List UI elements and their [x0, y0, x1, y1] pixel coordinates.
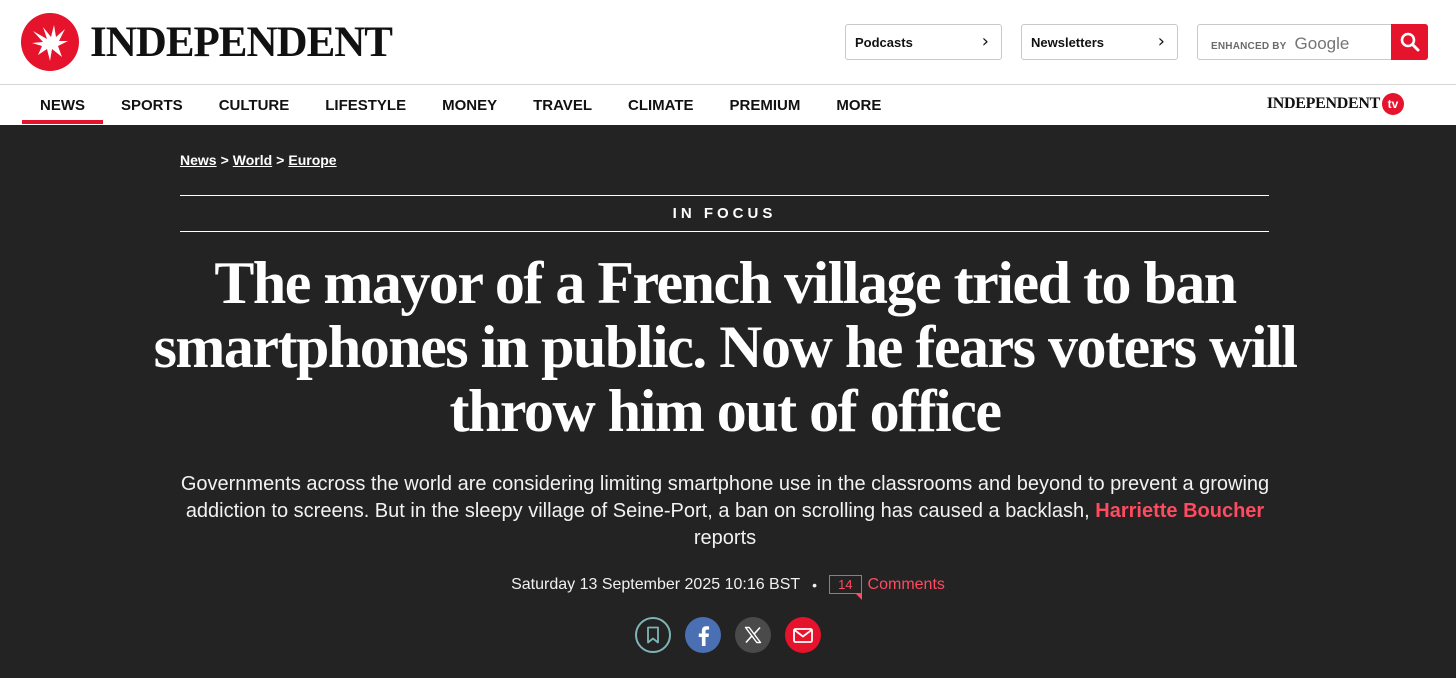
author-link[interactable]: Harriette Boucher: [1095, 500, 1264, 522]
breadcrumb-news[interactable]: News: [180, 152, 217, 168]
standfirst-suffix: reports: [693, 527, 757, 549]
comments-link[interactable]: Comments: [868, 576, 945, 594]
nav-item-travel[interactable]: TRAVEL: [515, 85, 610, 125]
chevron-right-icon: ›: [1157, 31, 1165, 52]
logo-wordmark: INDEPENDENT: [90, 18, 393, 66]
nav-item-money[interactable]: MONEY: [424, 85, 515, 125]
publish-date: Saturday 13 September 2025 10:16 BST: [511, 575, 801, 593]
site-logo[interactable]: INDEPENDENT: [21, 12, 393, 72]
nav-item-more[interactable]: MORE: [818, 85, 899, 125]
email-share-button[interactable]: [785, 617, 821, 653]
breadcrumb-separator: >: [220, 152, 229, 168]
divider-bottom: [180, 231, 1269, 232]
newsletters-button[interactable]: Newsletters ›: [1021, 24, 1178, 60]
podcasts-button[interactable]: Podcasts ›: [845, 24, 1002, 60]
article-standfirst: Governments across the world are conside…: [178, 471, 1272, 552]
facebook-share-button[interactable]: [685, 617, 721, 653]
eagle-logo-icon: [21, 13, 79, 71]
facebook-icon: [698, 626, 710, 646]
independent-tv-wordmark: INDEPENDENT: [1266, 95, 1380, 112]
breadcrumb-world[interactable]: World: [233, 152, 272, 168]
chevron-right-icon: ›: [981, 31, 989, 52]
nav-item-news[interactable]: NEWS: [22, 85, 103, 125]
divider-top: [180, 195, 1269, 196]
tv-badge: tv: [1382, 93, 1404, 115]
breadcrumb: News > World > Europe: [180, 152, 337, 168]
email-icon: [793, 627, 813, 643]
x-icon: [744, 626, 762, 644]
nav-item-sports[interactable]: SPORTS: [103, 85, 201, 125]
search-box: ENHANCED BY Google: [1197, 24, 1428, 60]
search-button[interactable]: [1391, 24, 1428, 60]
nav-items: NEWS SPORTS CULTURE LIFESTYLE MONEY TRAV…: [22, 85, 899, 125]
x-share-button[interactable]: [735, 617, 771, 653]
breadcrumb-separator: >: [276, 152, 285, 168]
search-input[interactable]: [1198, 25, 1392, 59]
podcasts-label: Podcasts: [855, 34, 913, 50]
article-meta: Saturday 13 September 2025 10:16 BST • 1…: [0, 575, 1456, 600]
site-header: INDEPENDENT Podcasts › Newsletters › ENH…: [0, 0, 1456, 84]
article-headline: The mayor of a French village tried to b…: [153, 250, 1298, 444]
nav-item-lifestyle[interactable]: LIFESTYLE: [307, 85, 424, 125]
main-nav: NEWS SPORTS CULTURE LIFESTYLE MONEY TRAV…: [0, 84, 1456, 125]
newsletters-label: Newsletters: [1031, 34, 1104, 50]
nav-item-climate[interactable]: CLIMATE: [610, 85, 712, 125]
comment-count-badge[interactable]: 14: [829, 575, 863, 600]
nav-item-culture[interactable]: CULTURE: [201, 85, 308, 125]
article-hero: News > World > Europe IN FOCUS The mayor of …: [0, 125, 1456, 678]
breadcrumb-europe[interactable]: Europe: [288, 152, 336, 168]
meta-separator: •: [812, 576, 818, 593]
bookmark-icon: [647, 626, 659, 644]
section-kicker: IN FOCUS: [672, 205, 777, 222]
share-bar: [0, 617, 1456, 653]
nav-item-premium[interactable]: PREMIUM: [712, 85, 819, 125]
search-icon: [1400, 32, 1419, 52]
independent-tv-link[interactable]: INDEPENDENT tv: [1267, 93, 1404, 115]
bookmark-button[interactable]: [635, 617, 671, 653]
